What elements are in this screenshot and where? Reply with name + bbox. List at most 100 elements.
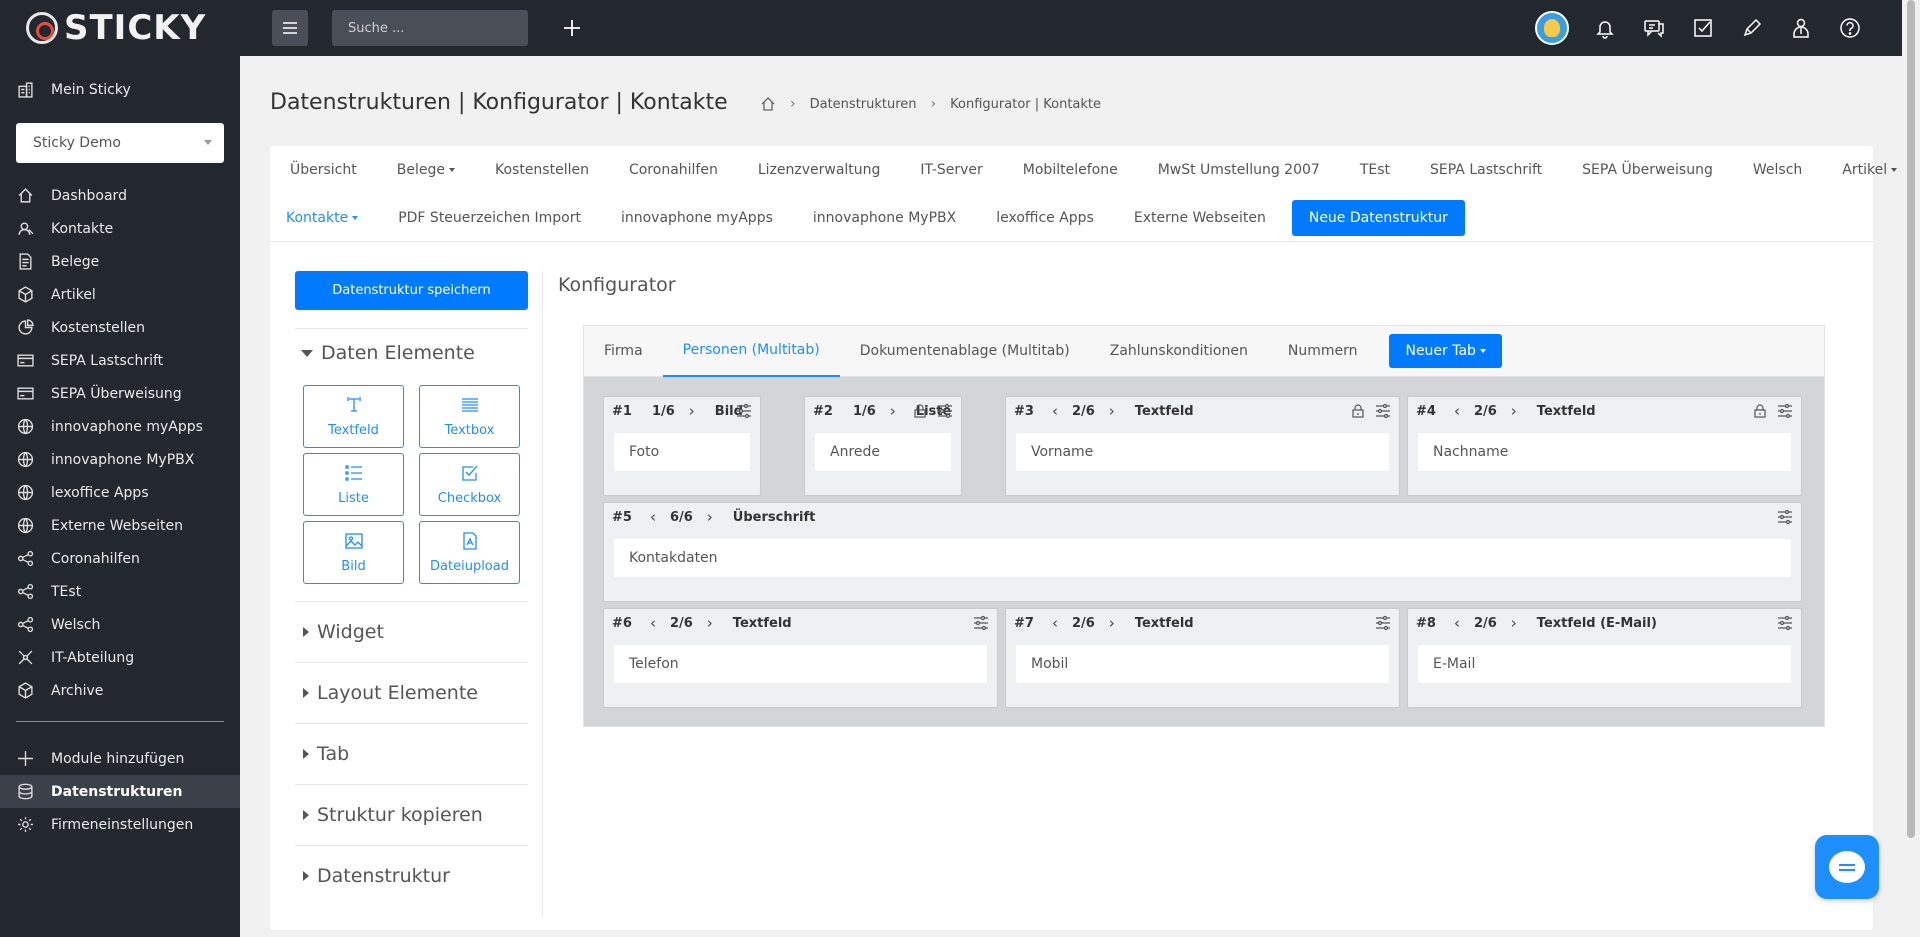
sidebar-item-innovaphone-myapps[interactable]: innovaphone myApps: [0, 410, 240, 443]
structure-tab[interactable]: Kontakte: [266, 210, 378, 226]
field-card[interactable]: #6 ‹ 2/6 › Textfeld Telefon: [603, 608, 998, 708]
structure-tab[interactable]: MwSt Umstellung 2007: [1138, 162, 1340, 178]
chevron-right-icon[interactable]: ›: [707, 508, 713, 526]
menu-toggle-button[interactable]: [272, 10, 308, 46]
structure-tab[interactable]: SEPA Überweisung: [1562, 162, 1733, 178]
chevron-left-icon[interactable]: ‹: [1454, 402, 1460, 420]
app-logo[interactable]: STICKY: [0, 0, 240, 56]
settings-sliders-icon[interactable]: [937, 403, 953, 419]
element-tile-checkbox[interactable]: Checkbox: [419, 453, 520, 516]
help-button[interactable]: [1825, 0, 1874, 56]
breadcrumb-datenstrukturen[interactable]: Datenstrukturen: [810, 97, 917, 112]
section-tab[interactable]: Tab: [295, 724, 528, 784]
messages-button[interactable]: [1629, 0, 1678, 56]
configurator-tab[interactable]: Dokumentenablage (Multitab): [840, 326, 1090, 377]
structure-tab[interactable]: IT-Server: [900, 162, 1002, 178]
structure-tab[interactable]: TEst: [1340, 162, 1410, 178]
structure-tab[interactable]: Mobiltelefone: [1003, 162, 1138, 178]
notifications-button[interactable]: [1580, 0, 1629, 56]
chevron-right-icon[interactable]: ›: [689, 402, 695, 420]
scrollbar[interactable]: [1902, 0, 1920, 937]
field-card[interactable]: #7 ‹ 2/6 › Textfeld Mobil: [1005, 608, 1400, 708]
settings-sliders-icon[interactable]: [1777, 509, 1793, 525]
chevron-right-icon[interactable]: ›: [1511, 402, 1517, 420]
chevron-right-icon[interactable]: ›: [890, 402, 896, 420]
chevron-left-icon[interactable]: ‹: [650, 614, 656, 632]
sidebar-item-it-abteilung[interactable]: IT-Abteilung: [0, 641, 240, 674]
structure-tab[interactable]: innovaphone MyPBX: [793, 210, 976, 226]
field-card[interactable]: #5 ‹ 6/6 › Überschrift Kontakdaten: [603, 502, 1802, 602]
chevron-right-icon[interactable]: ›: [1109, 614, 1115, 632]
sidebar-item-datenstrukturen[interactable]: Datenstrukturen: [0, 775, 240, 808]
structure-tab[interactable]: Belege: [377, 162, 475, 178]
tasks-button[interactable]: [1678, 0, 1727, 56]
sidebar-item-sepa-lastschrift[interactable]: SEPA Lastschrift: [0, 344, 240, 377]
new-tab-button[interactable]: Neuer Tab: [1389, 334, 1502, 368]
field-card[interactable]: #8 ‹ 2/6 › Textfeld (E-Mail) E-Mail: [1407, 608, 1802, 708]
edit-button[interactable]: [1727, 0, 1776, 56]
sidebar-item-innovaphone-mypbx[interactable]: innovaphone MyPBX: [0, 443, 240, 476]
sidebar-item-artikel[interactable]: Artikel: [0, 278, 240, 311]
chat-widget-button[interactable]: [1815, 835, 1879, 899]
field-card[interactable]: #4 ‹ 2/6 › Textfeld Nachname: [1407, 396, 1802, 496]
tenant-select[interactable]: Sticky Demo: [16, 123, 224, 163]
element-tile-liste[interactable]: Liste: [303, 453, 404, 516]
avatar-button[interactable]: [1531, 0, 1580, 56]
sidebar-item-belege[interactable]: Belege: [0, 245, 240, 278]
field-card[interactable]: #3 ‹ 2/6 › Textfeld Vorname: [1005, 396, 1400, 496]
configurator-tab[interactable]: Personen (Multitab): [662, 326, 840, 377]
save-structure-button[interactable]: Datenstruktur speichern: [295, 271, 528, 310]
chevron-left-icon[interactable]: ‹: [650, 508, 656, 526]
configurator-tab[interactable]: Firma: [584, 326, 663, 377]
element-tile-textfeld[interactable]: Textfeld: [303, 385, 404, 448]
new-structure-button[interactable]: Neue Datenstruktur: [1291, 200, 1465, 236]
structure-tab[interactable]: Welsch: [1733, 162, 1822, 178]
element-tile-dateiupload[interactable]: Dateiupload: [419, 521, 520, 584]
section-datenstruktur[interactable]: Datenstruktur: [295, 846, 528, 906]
lock-icon[interactable]: [1752, 403, 1768, 419]
section-widget[interactable]: Widget: [295, 602, 528, 662]
structure-tab[interactable]: Coronahilfen: [609, 162, 738, 178]
section-layout-elemente[interactable]: Layout Elemente: [295, 663, 528, 723]
structure-tab[interactable]: Übersicht: [270, 162, 377, 178]
sidebar-item-archive[interactable]: Archive: [0, 674, 240, 707]
structure-tab[interactable]: Lizenzverwaltung: [738, 162, 901, 178]
sidebar-item-firmeneinstellungen[interactable]: Firmeneinstellungen: [0, 808, 240, 841]
chevron-right-icon[interactable]: ›: [1109, 402, 1115, 420]
structure-tab[interactable]: innovaphone myApps: [601, 210, 793, 226]
configurator-tab[interactable]: Zahlunskonditionen: [1090, 326, 1268, 377]
structure-tab[interactable]: PDF Steuerzeichen Import: [378, 210, 601, 226]
home-icon[interactable]: [760, 96, 776, 112]
sidebar-item-coronahilfen[interactable]: Coronahilfen: [0, 542, 240, 575]
add-button[interactable]: [558, 14, 586, 42]
admin-button[interactable]: [1776, 0, 1825, 56]
structure-tab[interactable]: SEPA Lastschrift: [1410, 162, 1562, 178]
sidebar-item-kostenstellen[interactable]: Kostenstellen: [0, 311, 240, 344]
structure-tab[interactable]: Kostenstellen: [475, 162, 609, 178]
lock-icon[interactable]: [1350, 403, 1366, 419]
settings-sliders-icon[interactable]: [1375, 615, 1391, 631]
structure-tab[interactable]: lexoffice Apps: [976, 210, 1114, 226]
element-tile-bild[interactable]: Bild: [303, 521, 404, 584]
settings-sliders-icon[interactable]: [1777, 615, 1793, 631]
chevron-right-icon[interactable]: ›: [1511, 614, 1517, 632]
sidebar-item-dashboard[interactable]: Dashboard: [0, 179, 240, 212]
settings-sliders-icon[interactable]: [1375, 403, 1391, 419]
sidebar-item-mein-sticky[interactable]: Mein Sticky: [0, 73, 240, 106]
chevron-left-icon[interactable]: ‹: [1052, 614, 1058, 632]
sidebar-item-lexoffice-apps[interactable]: lexoffice Apps: [0, 476, 240, 509]
sidebar-item-welsch[interactable]: Welsch: [0, 608, 240, 641]
field-card[interactable]: #2 1/6 › Liste Anrede: [804, 396, 962, 496]
configurator-tab[interactable]: Nummern: [1268, 326, 1378, 377]
element-tile-textbox[interactable]: Textbox: [419, 385, 520, 448]
sidebar-item-kontakte[interactable]: Kontakte: [0, 212, 240, 245]
scrollbar-thumb[interactable]: [1907, 0, 1915, 838]
settings-sliders-icon[interactable]: [736, 403, 752, 419]
chevron-right-icon[interactable]: ›: [707, 614, 713, 632]
settings-sliders-icon[interactable]: [1777, 403, 1793, 419]
section-daten-elemente[interactable]: Daten Elemente: [295, 329, 528, 377]
chevron-left-icon[interactable]: ‹: [1454, 614, 1460, 632]
search-input[interactable]: [332, 10, 528, 46]
field-card[interactable]: #1 1/6 › Bild Foto: [603, 396, 761, 496]
settings-sliders-icon[interactable]: [973, 615, 989, 631]
